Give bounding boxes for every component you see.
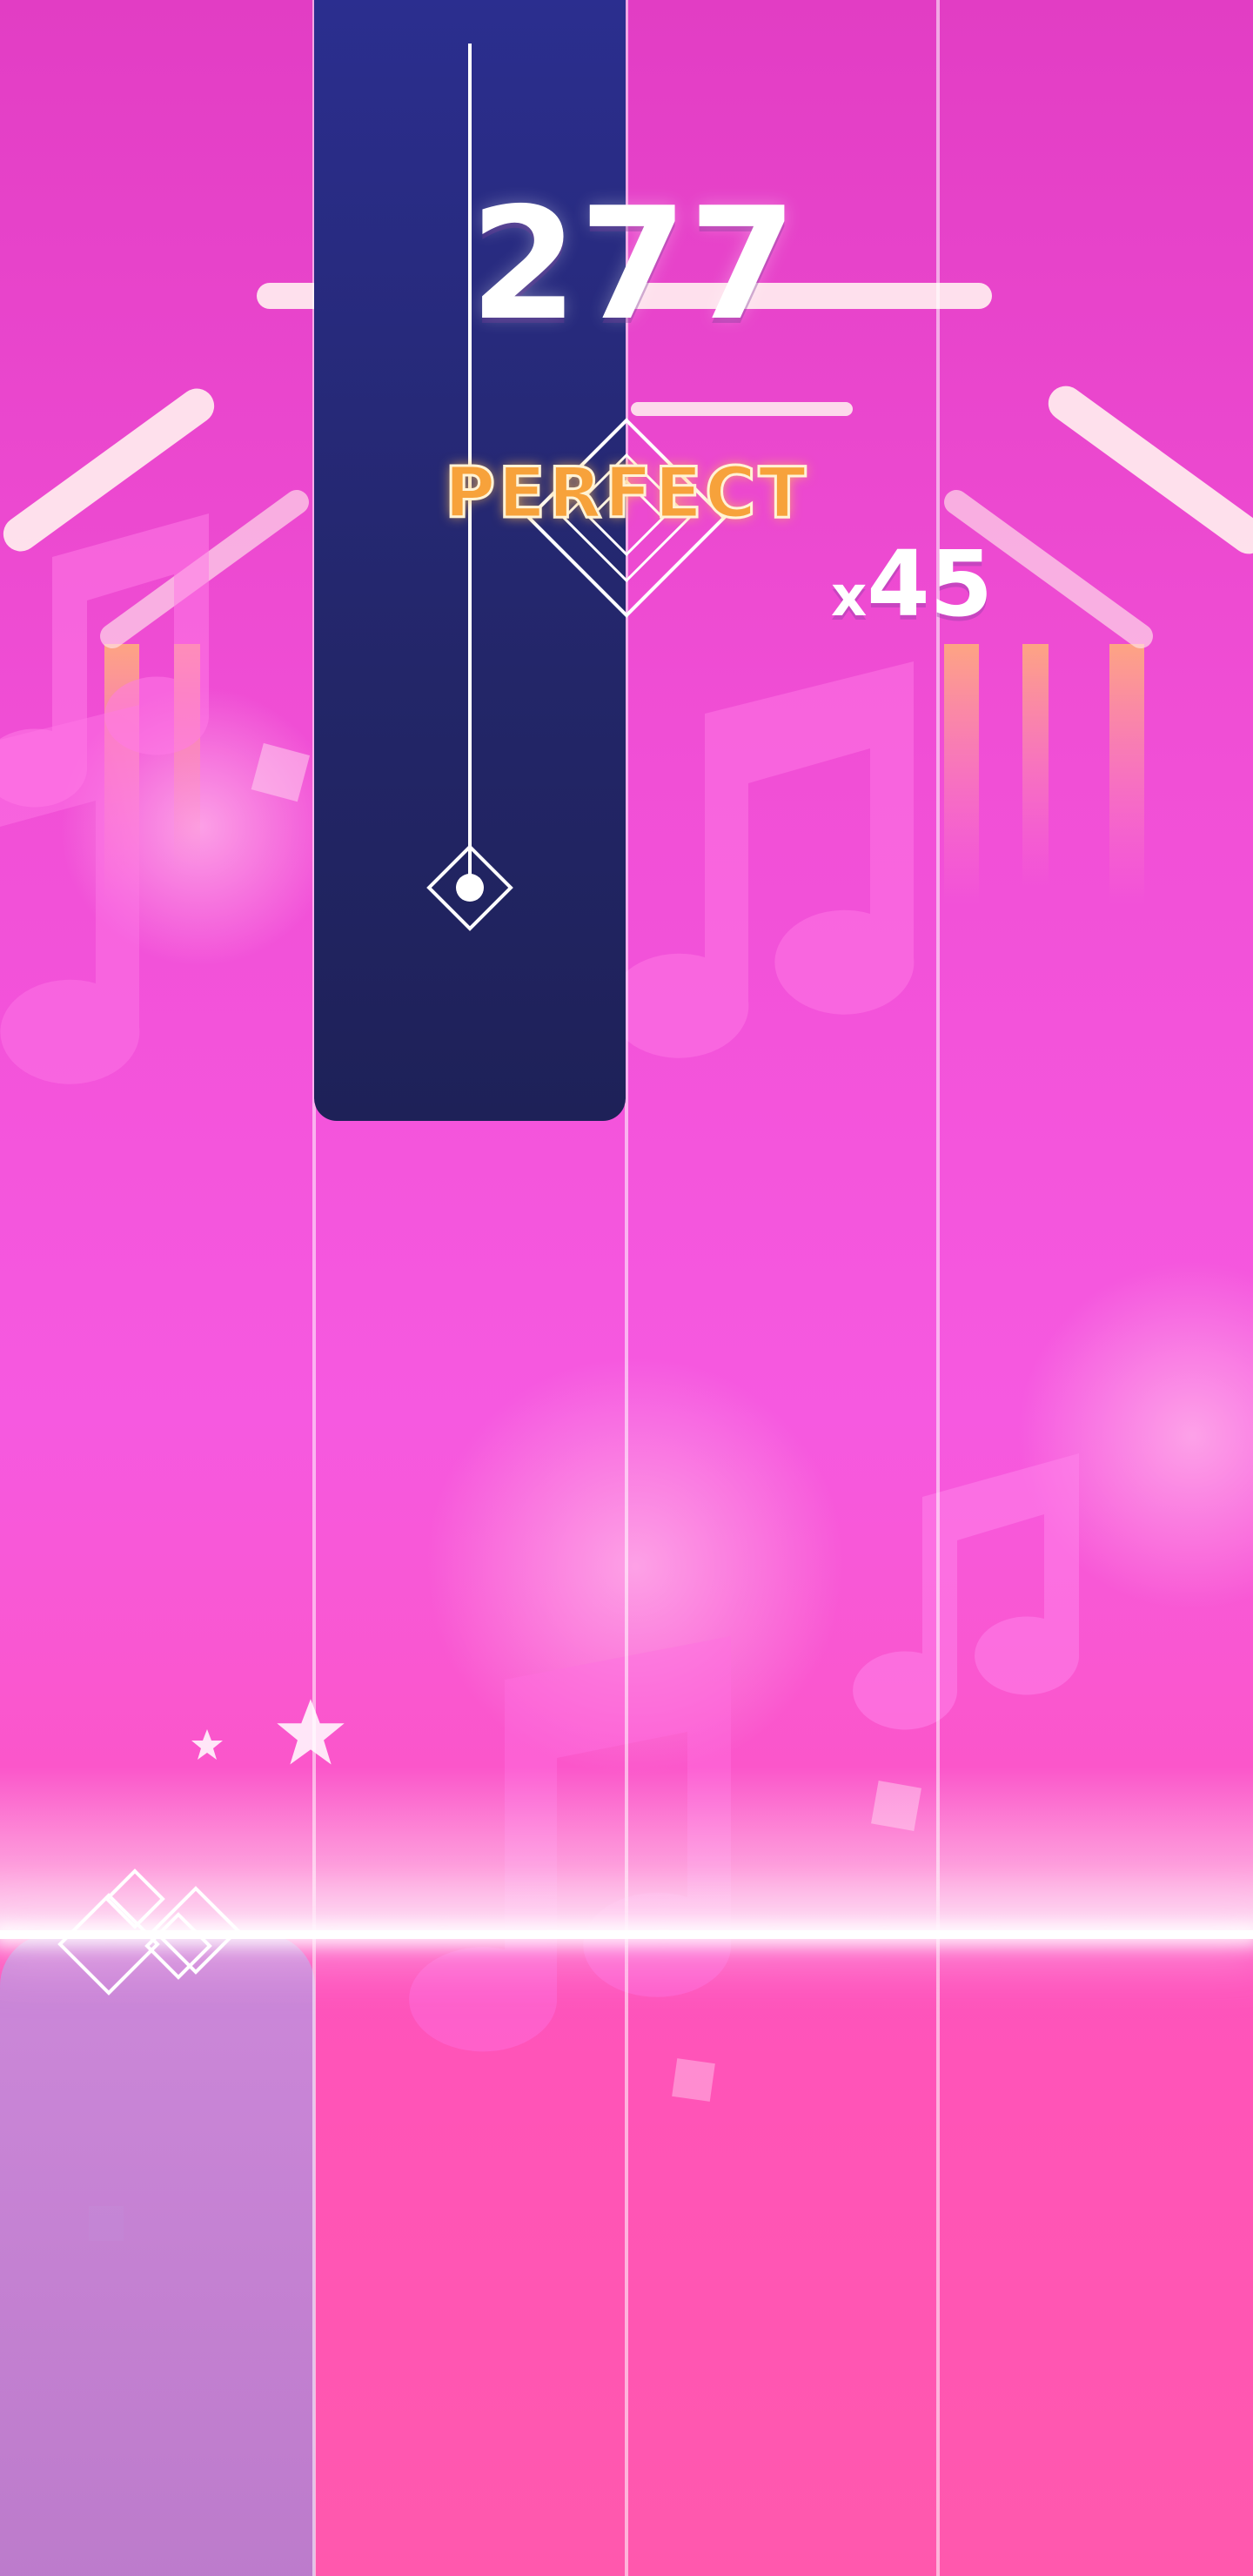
- hit-burst-diamond-icon: [57, 1868, 240, 1996]
- combo-counter: x45: [831, 531, 1057, 637]
- score-counter: 277: [470, 174, 799, 354]
- perfect-rating-label: PERFECT: [443, 452, 809, 535]
- lane-divider-3: [936, 0, 940, 2576]
- star-icon: [277, 1699, 345, 1765]
- diamond-icon: [426, 844, 513, 931]
- small-star-icon: [191, 1729, 223, 1760]
- combo-count: 45: [867, 531, 994, 637]
- combo-prefix: x: [831, 565, 868, 629]
- pressed-lane-tile: [0, 1934, 315, 2576]
